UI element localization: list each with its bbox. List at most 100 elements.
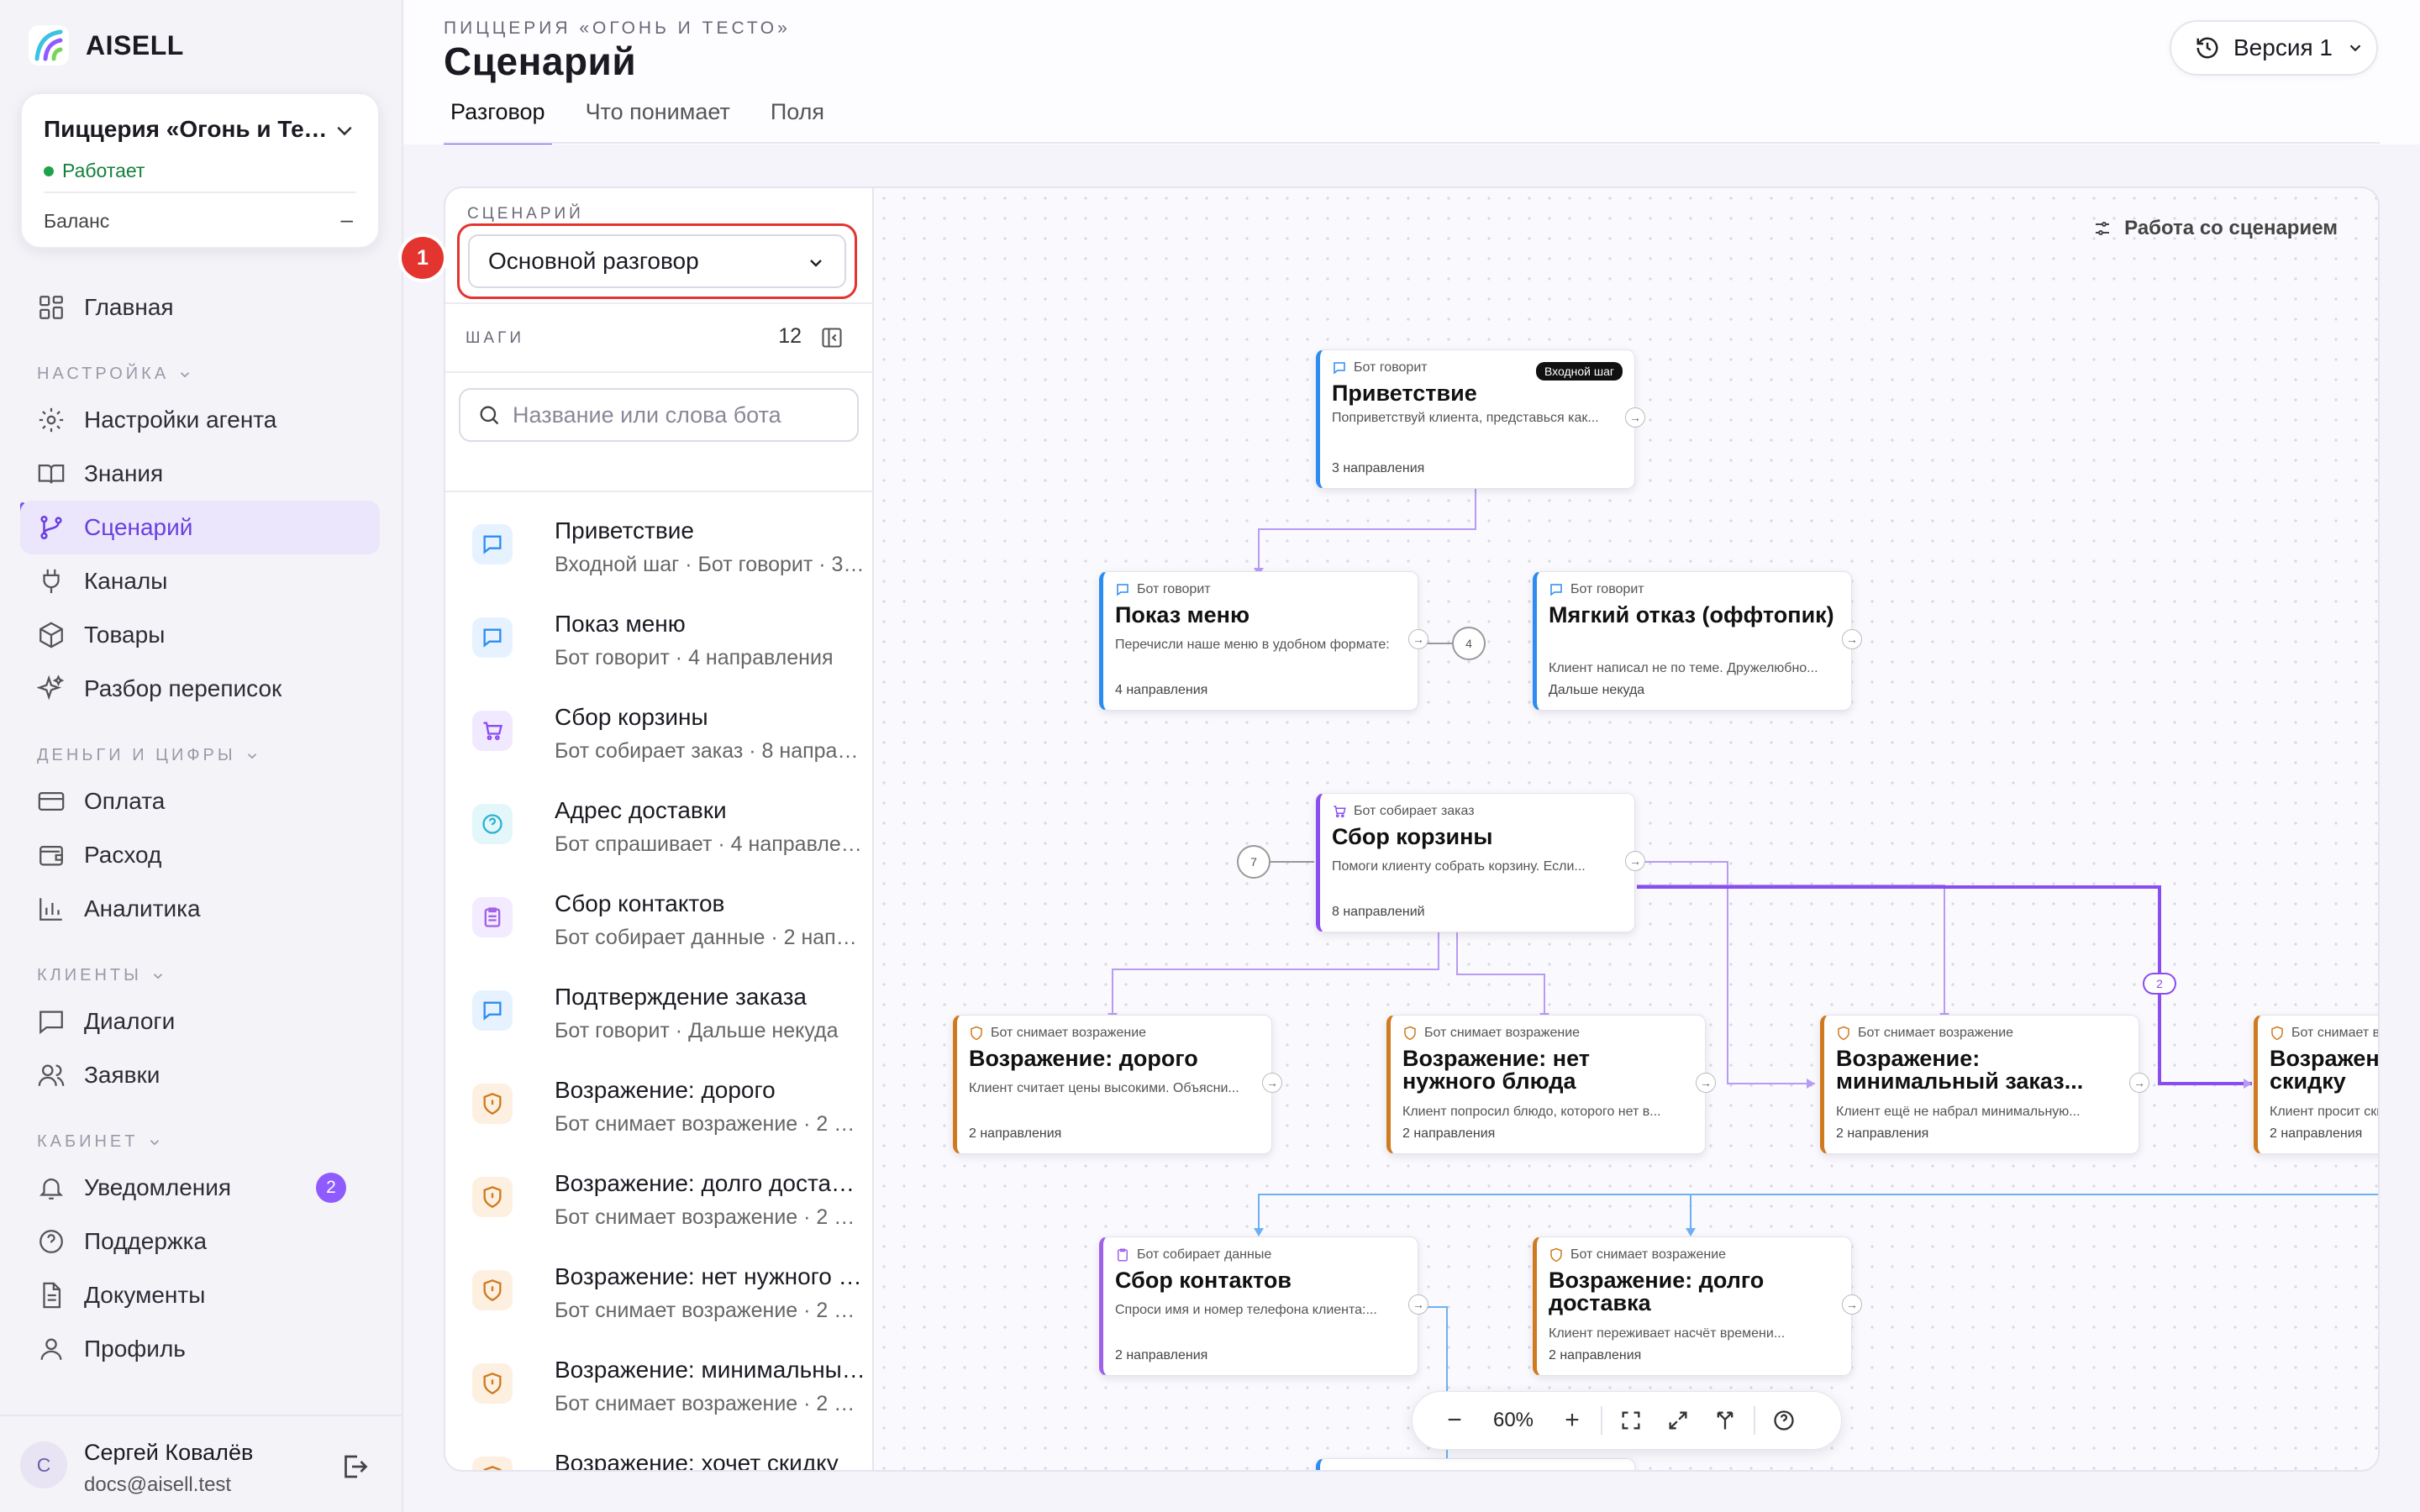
users-icon — [38, 1064, 65, 1086]
app-name: AISELL — [86, 29, 184, 60]
chevron-down-icon[interactable] — [333, 119, 356, 143]
flow-node[interactable]: Бот снимает возражение Возражение: долго… — [1533, 1236, 1862, 1376]
nav-expense[interactable]: Расход — [20, 828, 380, 882]
version-button[interactable]: Версия 1 — [2170, 20, 2378, 76]
list-item[interactable]: Возражение: долго доставка Бот снимает в… — [472, 1170, 865, 1254]
flow-node[interactable]: Бот снимает возражение Возражение: хочет… — [2254, 1015, 2378, 1154]
tab-fields[interactable]: Поля — [764, 92, 831, 145]
nav-payment[interactable]: Оплата — [20, 774, 380, 828]
collapse-panel-icon[interactable] — [820, 326, 844, 349]
flow-node[interactable]: Бот снимает возражение Возражение: миним… — [1820, 1015, 2149, 1154]
node-desc: Клиент переживает насчёт времени... — [1549, 1326, 1786, 1341]
user-area: С Сергей Ковалёв docs@aisell.test — [0, 1415, 403, 1512]
flow-node[interactable]: Бот собирает данные Сбор контактов Спрос… — [1099, 1236, 1428, 1376]
scenario-select[interactable]: Основной разговор — [468, 234, 846, 288]
step-title: Возражение: минимальный заказ — [555, 1357, 865, 1383]
chevron-down-icon — [2349, 45, 2361, 52]
node-type-label: Бот снимает возражение — [991, 1026, 1147, 1040]
section-setup[interactable]: НАСТРОЙКА — [37, 365, 192, 384]
fullscreen-icon[interactable] — [1661, 1404, 1695, 1437]
nav-scenario-label: Сценарий — [84, 514, 193, 540]
flow-canvas[interactable]: Работа со сценарием 4 7 2 Бот говорит Вх… — [874, 186, 2380, 1472]
nav-scenario[interactable]: Сценарий — [20, 501, 380, 554]
zoom-in-button[interactable]: + — [1555, 1404, 1589, 1437]
list-item[interactable]: Сбор корзины Бот собирает заказ · 8 напр… — [472, 704, 865, 788]
nav-review[interactable]: Разбор переписок — [20, 662, 380, 716]
list-item[interactable]: Возражение: нет нужного блюда Бот снимае… — [472, 1263, 865, 1347]
divider — [445, 302, 872, 304]
flow-node[interactable]: Бот снимает возражение Возражение: дорог… — [953, 1015, 1282, 1154]
divider — [1601, 1406, 1602, 1435]
step-title: Возражение: долго доставка — [555, 1170, 865, 1196]
flow-node[interactable]: Бот говорит Показ меню Перечисли наше ме… — [1099, 571, 1428, 711]
auto-layout-icon[interactable] — [1708, 1404, 1742, 1437]
connection-count[interactable]: 7 — [1237, 845, 1270, 879]
arrow-right-icon[interactable]: → — [1842, 1294, 1862, 1315]
node-directions: 2 направления — [1115, 1348, 1208, 1362]
divider — [445, 491, 872, 492]
nav-home[interactable]: Главная — [20, 281, 380, 334]
nav-channels[interactable]: Каналы — [20, 554, 380, 608]
flow-node[interactable] — [1316, 1458, 1635, 1470]
nav-profile[interactable]: Профиль — [20, 1322, 380, 1376]
nav-agent-settings[interactable]: Настройки агента — [20, 393, 380, 447]
zoom-out-button[interactable]: − — [1438, 1404, 1471, 1437]
flow-node[interactable]: Бот говорит Входной шаг Приветствие Попр… — [1316, 349, 1645, 489]
section-clients[interactable]: КЛИЕНТЫ — [37, 966, 166, 985]
chevron-down-icon — [181, 371, 190, 377]
chevron-down-icon — [247, 753, 256, 759]
nav-support[interactable]: Поддержка — [20, 1215, 380, 1268]
nav-documents[interactable]: Документы — [20, 1268, 380, 1322]
nav-notifications[interactable]: Уведомления 2 — [20, 1161, 380, 1215]
list-item[interactable]: Подтверждение заказа Бот говорит · Дальш… — [472, 984, 859, 1068]
step-search-input[interactable]: Название или слова бота — [459, 388, 859, 442]
flow-node[interactable]: Бот говорит Мягкий отказ (оффтопик) Клие… — [1533, 571, 1862, 711]
step-title: Сбор контактов — [555, 890, 725, 916]
arrow-right-icon[interactable]: → — [1408, 1294, 1428, 1315]
node-type: Бот говорит — [1332, 360, 1428, 375]
version-label: Версия 1 — [2233, 34, 2333, 60]
list-item[interactable]: Возражение: минимальный заказ Бот снимае… — [472, 1357, 865, 1441]
nav-expense-label: Расход — [84, 842, 162, 868]
logout-icon[interactable] — [339, 1452, 370, 1482]
flow-node[interactable]: Бот собирает заказ Сбор корзины Помоги к… — [1316, 793, 1645, 932]
arrow-right-icon[interactable]: → — [1408, 629, 1428, 649]
arrow-right-icon[interactable]: → — [1625, 851, 1645, 871]
nav-knowledge[interactable]: Знания — [20, 447, 380, 501]
arrow-right-icon[interactable]: → — [1262, 1073, 1282, 1093]
nav-analytics[interactable]: Аналитика — [20, 882, 380, 936]
nav-dialogs[interactable]: Диалоги — [20, 995, 380, 1048]
list-item[interactable]: Возражение: хочет скидку — [472, 1450, 859, 1470]
nav-requests[interactable]: Заявки — [20, 1048, 380, 1102]
arrow-right-icon[interactable]: → — [1696, 1073, 1716, 1093]
list-item[interactable]: Показ меню Бот говорит · 4 направления — [472, 611, 859, 695]
step-title: Возражение: хочет скидку — [555, 1450, 839, 1472]
tab-conversation[interactable]: Разговор — [444, 92, 552, 145]
avatar[interactable]: С — [20, 1441, 67, 1488]
tab-understands[interactable]: Что понимает — [579, 92, 737, 145]
node-type-label: Бот собирает заказ — [1354, 804, 1475, 818]
flow-node[interactable]: Бот снимает возражение Возражение: нет н… — [1386, 1015, 1716, 1154]
history-icon — [2196, 37, 2218, 59]
zoom-level: 60% — [1492, 1409, 1534, 1431]
arrow-right-icon[interactable]: → — [1842, 629, 1862, 649]
connection-count[interactable]: 4 — [1452, 627, 1486, 660]
help-circle-icon[interactable] — [1767, 1404, 1801, 1437]
list-item[interactable]: Адрес доставки Бот спрашивает · 4 направ… — [472, 797, 865, 881]
logo[interactable]: AISELL — [29, 25, 184, 66]
list-item[interactable]: Приветствие Входной шаг · Бот говорит · … — [472, 517, 865, 601]
fit-view-icon[interactable] — [1614, 1404, 1648, 1437]
section-cabinet[interactable]: КАБИНЕТ — [37, 1132, 162, 1152]
section-cabinet-label: КАБИНЕТ — [37, 1132, 139, 1151]
connection-count[interactable]: 2 — [2143, 973, 2176, 995]
step-sub: Бот говорит · 4 направления — [555, 646, 834, 669]
nav-products[interactable]: Товары — [20, 608, 380, 662]
section-money[interactable]: ДЕНЬГИ И ЦИФРЫ — [37, 746, 260, 765]
arrow-right-icon[interactable]: → — [1625, 407, 1645, 428]
list-item[interactable]: Возражение: дорого Бот снимает возражени… — [472, 1077, 865, 1161]
divider — [445, 371, 872, 373]
node-type-label: Бот снимает возражение — [1570, 1247, 1727, 1262]
list-item[interactable]: Сбор контактов Бот собирает данные · 2 н… — [472, 890, 865, 974]
arrow-right-icon[interactable]: → — [2129, 1073, 2149, 1093]
org-card[interactable]: Пиццерия «Огонь и Тесто» Работает Баланс… — [20, 92, 380, 249]
